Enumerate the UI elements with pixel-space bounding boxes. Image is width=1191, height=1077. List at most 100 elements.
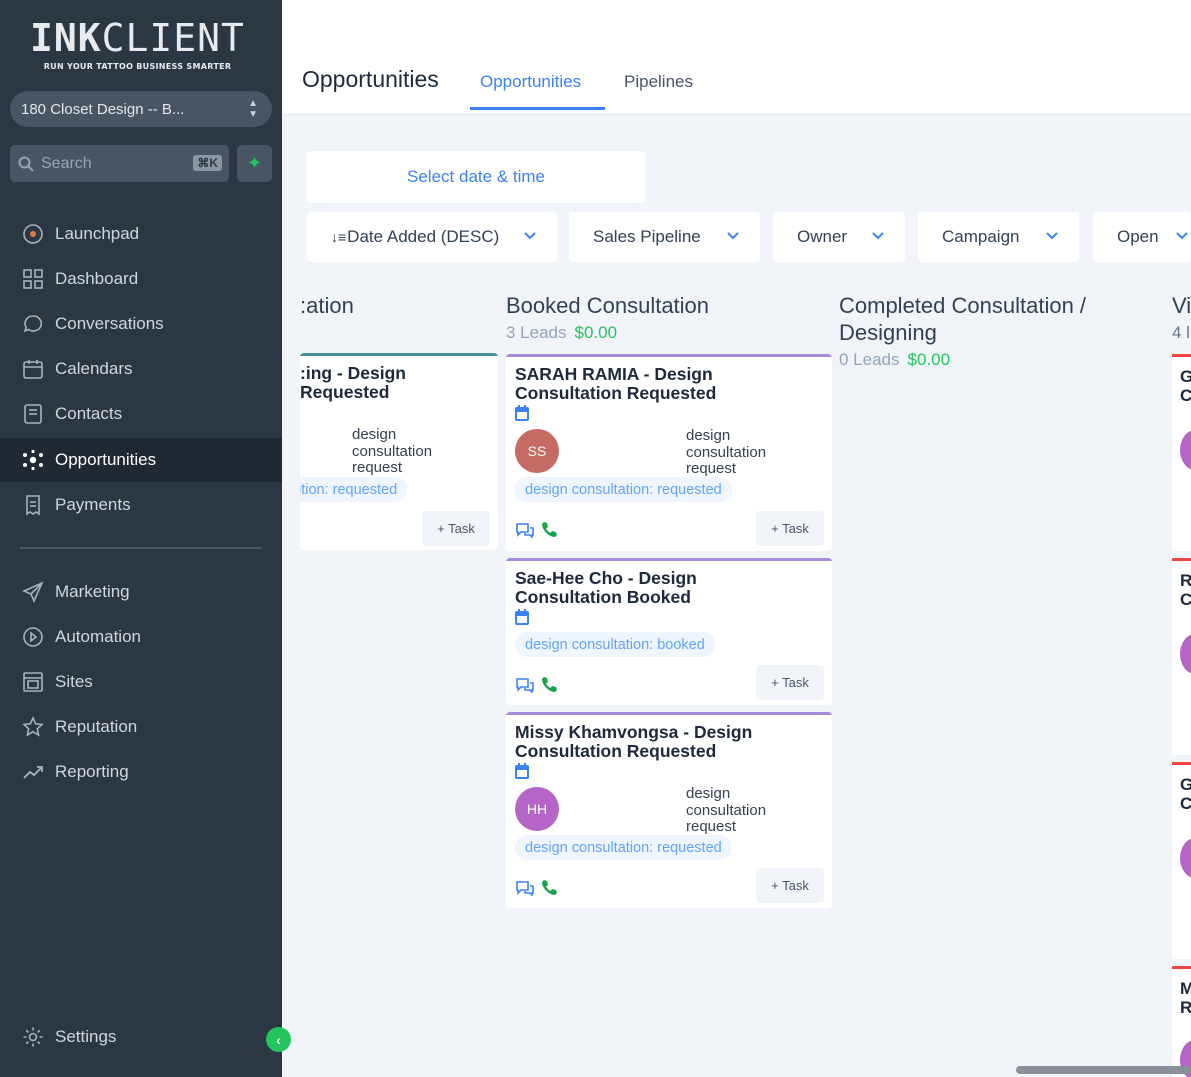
add-task-button[interactable]: + Task: [422, 511, 490, 546]
logo-wordmark: INKCLIENT: [30, 16, 245, 60]
tab-opportunities[interactable]: Opportunities: [480, 72, 581, 92]
calendar-icon: [515, 405, 529, 421]
horizontal-scrollbar[interactable]: [1016, 1066, 1191, 1074]
tab-pipelines[interactable]: Pipelines: [624, 72, 693, 92]
logo-word-client: CLIENT: [101, 16, 245, 60]
stage-color-bar: [506, 354, 832, 357]
campaign-dropdown[interactable]: Campaign: [918, 212, 1079, 262]
sidebar-item-label: Opportunities: [55, 450, 157, 469]
stage-title: Vi: [1172, 293, 1191, 318]
card-title-line: :ing - Design: [300, 363, 406, 383]
status-dropdown[interactable]: Open: [1093, 212, 1191, 262]
card-title: Sae-Hee Cho - Design Consultation Booked: [515, 569, 697, 607]
sidebar-item-label: Settings: [55, 1027, 117, 1046]
receipt-icon: [20, 492, 46, 518]
chevron-down-icon: [1046, 232, 1058, 240]
brand-logo: INKCLIENT RUN YOUR TATTOO BUSINESS SMART…: [30, 16, 245, 71]
sidebar-item-automation[interactable]: Automation: [0, 615, 282, 659]
card-title-fragment: MR: [1180, 979, 1191, 1017]
sidebar-item-opportunities[interactable]: Opportunities: [0, 438, 282, 482]
search-icon: [18, 156, 34, 172]
sidebar-item-settings[interactable]: Settings: [0, 1015, 282, 1059]
sidebar-item-launchpad[interactable]: Launchpad: [0, 212, 282, 256]
title-letter: G: [1180, 775, 1191, 794]
chevron-down-icon: [727, 232, 739, 240]
add-task-button[interactable]: + Task: [756, 511, 824, 546]
stage-color-bar: [1172, 966, 1191, 969]
search-shortcut: ⌘K: [193, 155, 222, 171]
sidebar-item-label: Automation: [55, 627, 141, 646]
quick-action-button[interactable]: ✦: [237, 145, 272, 182]
opportunity-card[interactable]: SARAH RAMIA - Design Consultation Request…: [506, 354, 832, 551]
sidebar-item-label: Dashboard: [55, 269, 139, 288]
sort-icon: ↓≡: [331, 229, 347, 245]
opportunity-card[interactable]: Sae-Hee Cho - Design Consultation Booked …: [506, 558, 832, 705]
calendar-icon: [515, 763, 529, 779]
network-icon: [20, 447, 46, 473]
lead-count: 4 l: [1172, 323, 1190, 342]
stage-title: Booked Consultation: [506, 293, 710, 318]
account-switcher[interactable]: 180 Closet Design -- B... ▲ ▼: [10, 91, 272, 127]
sidebar-item-label: Sites: [55, 672, 93, 691]
stage-amount: $0.00: [574, 323, 618, 342]
search-input[interactable]: Search ⌘K: [10, 145, 229, 182]
opportunity-card[interactable]: Missy Khamvongsa - Design Consultation Re…: [506, 712, 832, 908]
sort-dropdown[interactable]: ↓≡ Date Added (DESC): [307, 212, 557, 262]
chat-bubble-icon: [20, 311, 46, 337]
stage-title-line: Completed Consultation /: [839, 293, 1087, 318]
star-icon: [20, 714, 46, 740]
automation-icon: [20, 624, 46, 650]
sidebar-item-dashboard[interactable]: Dashboard: [0, 257, 282, 301]
lead-source: design consultation request: [686, 785, 766, 836]
sidebar-item-label: Reputation: [55, 717, 138, 736]
add-task-button[interactable]: + Task: [756, 665, 824, 700]
collapse-sidebar-button[interactable]: ‹: [266, 1027, 291, 1052]
card-title: :ing - Design Requested: [300, 364, 406, 402]
stage-color-bar: [506, 558, 832, 561]
up-down-chevron-icon: ▲ ▼: [248, 98, 258, 120]
add-task-button[interactable]: + Task: [756, 868, 824, 903]
contact-book-icon: [20, 401, 46, 427]
source-line: request: [686, 818, 737, 835]
sidebar-item-calendars[interactable]: Calendars: [0, 347, 282, 391]
sidebar-item-sites[interactable]: Sites: [0, 660, 282, 704]
conversation-icon[interactable]: [515, 880, 535, 896]
card-title: Missy Khamvongsa - Design Consultation Re…: [515, 723, 752, 761]
owner-dropdown[interactable]: Owner: [773, 212, 905, 262]
stage-title: Completed Consultation / Designing: [839, 292, 1086, 346]
stage-summary: 0 Leads $0.00: [839, 350, 950, 370]
sidebar-item-payments[interactable]: Payments: [0, 483, 282, 527]
chevron-down-icon: [1176, 232, 1188, 240]
title-letter: R: [1180, 571, 1191, 590]
sidebar-item-reputation[interactable]: Reputation: [0, 705, 282, 749]
card-title-line: SARAH RAMIA - Design: [515, 364, 713, 384]
card-actions: [515, 879, 558, 896]
stage-title-line: Designing: [839, 320, 937, 345]
lead-count: 0 Leads: [839, 350, 900, 369]
title-letter: C: [1180, 794, 1191, 813]
sidebar-item-conversations[interactable]: Conversations: [0, 302, 282, 346]
source-line: design: [352, 426, 397, 443]
phone-icon[interactable]: [541, 879, 558, 896]
sidebar-item-reporting[interactable]: Reporting: [0, 750, 282, 794]
sidebar-item-marketing[interactable]: Marketing: [0, 570, 282, 614]
status-tag: design consultation: requested: [515, 477, 732, 502]
date-range-picker[interactable]: Select date & time: [307, 151, 645, 203]
gear-icon: [20, 1024, 46, 1050]
source-line: design: [686, 785, 731, 802]
conversation-icon[interactable]: [515, 677, 535, 693]
card-title-fragment: GC: [1180, 367, 1191, 405]
sidebar-divider: [20, 547, 262, 549]
title-letter: G: [1180, 367, 1191, 386]
pipeline-dropdown[interactable]: Sales Pipeline: [569, 212, 760, 262]
card-title-line: Missy Khamvongsa - Design: [515, 722, 753, 742]
sidebar-item-label: Marketing: [55, 582, 130, 601]
sidebar-item-contacts[interactable]: Contacts: [0, 392, 282, 436]
chevron-down-icon: [524, 232, 536, 240]
sidebar-item-label: Calendars: [55, 359, 133, 378]
phone-icon[interactable]: [541, 521, 558, 538]
stage-color-bar: [506, 712, 832, 715]
conversation-icon[interactable]: [515, 522, 535, 538]
phone-icon[interactable]: [541, 676, 558, 693]
opportunity-card[interactable]: :ing - Design Requested design consultatio…: [300, 353, 498, 550]
